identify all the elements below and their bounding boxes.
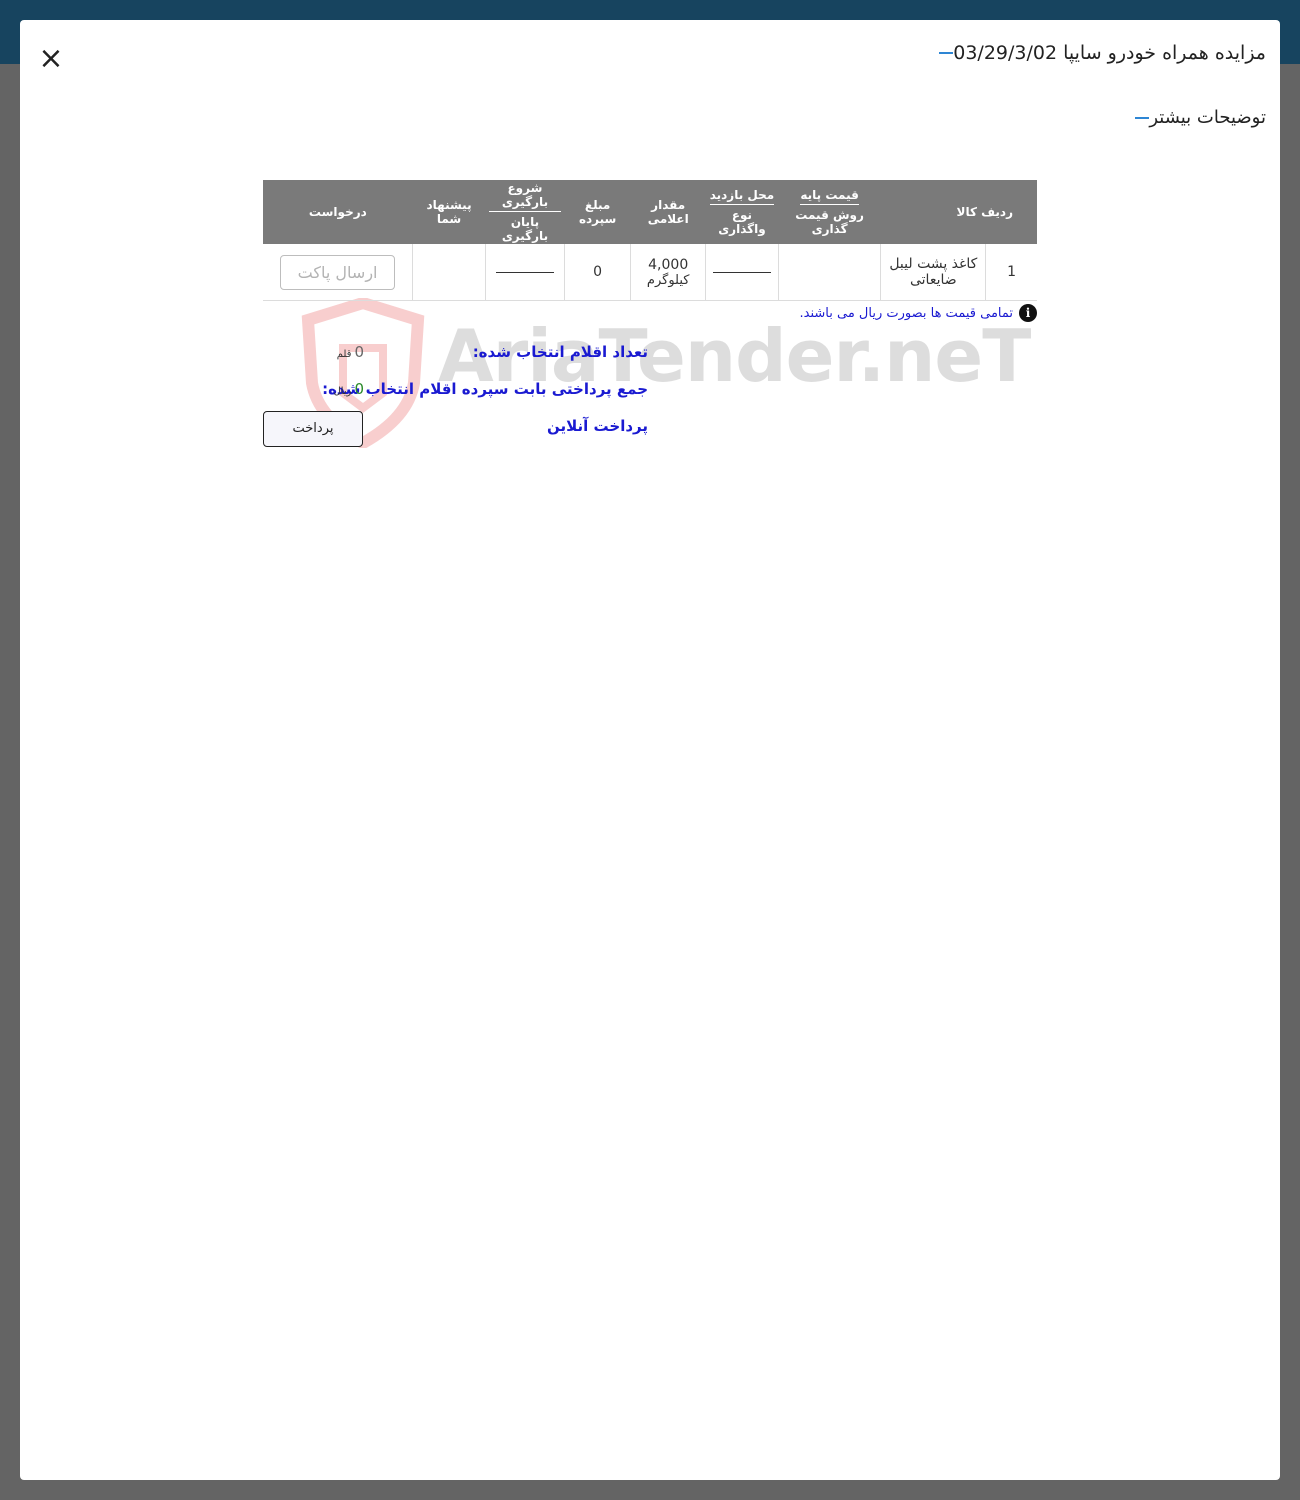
header-assignment-type-label: نوع واگذاری (718, 208, 766, 236)
header-row-item: ردیف کالا (880, 180, 1037, 244)
header-visit-location-label: محل بازدید (709, 188, 775, 205)
auction-modal: × مزایده همراه خودرو سایپا 03/29/3/02 تو… (20, 20, 1280, 1480)
modal-title: مزایده همراه خودرو سایپا 03/29/3/02 (927, 42, 1266, 64)
header-pricing-method-label: روش قیمت گذاری (795, 208, 864, 236)
price-note-text: تمامی قیمت ها بصورت ریال می باشند. (799, 305, 1014, 321)
row-loading (484, 244, 565, 301)
row-description: کاغذ پشت لیبل ضایعاتی (880, 244, 986, 301)
row-quantity-value: 4,000 (648, 256, 689, 273)
table-header-row: ردیف کالا قیمت پایه روش قیمت گذاری محل ب… (263, 180, 1037, 244)
header-base-price: قیمت پایه روش قیمت گذاری (778, 180, 881, 244)
header-base-price-label: قیمت پایه (800, 188, 859, 205)
header-visit-location: محل بازدید نوع واگذاری (705, 180, 779, 244)
deposit-total-unit: ریال (333, 386, 352, 397)
header-loading-end-label: پایان بارگیری (501, 215, 549, 243)
header-loading-start-label: شروع بارگیری (489, 181, 561, 212)
modal-title-text: مزایده همراه خودرو سایپا 03/29/3/02 (953, 42, 1266, 64)
deposit-total-value: 0 (354, 380, 364, 398)
submit-packet-button[interactable]: ارسال پاکت (280, 254, 396, 290)
close-icon[interactable]: × (38, 44, 64, 74)
header-request: درخواست (263, 180, 413, 244)
row-your-offer (412, 244, 486, 301)
empty-value-dash (495, 271, 554, 273)
more-description-toggle[interactable]: توضیحات بیشتر (1123, 107, 1266, 128)
deposit-total-label: جمع پرداختی بابت سپرده اقلام انتخاب شده: (322, 380, 648, 398)
selected-count-unit: قلم (336, 349, 352, 360)
deposit-total: 0ریال (334, 380, 364, 398)
table-row: 1 کاغذ پشت لیبل ضایعاتی 4,000 کیلوگرم 0 … (263, 244, 1037, 301)
pay-button[interactable]: پرداخت (263, 411, 363, 447)
row-base-price (777, 244, 881, 301)
more-description-label: توضیحات بیشتر (1149, 107, 1266, 128)
selected-count: 0قلم (337, 343, 364, 361)
row-deposit: 0 (563, 244, 631, 301)
row-request: ارسال پاکت (263, 244, 413, 301)
row-quantity-unit: کیلوگرم (646, 272, 690, 288)
title-dash-icon (939, 52, 954, 54)
header-loading: شروع بارگیری پایان بارگیری (485, 180, 565, 244)
empty-value-dash (712, 271, 771, 273)
row-index: 1 (985, 244, 1037, 301)
row-quantity: 4,000 کیلوگرم (630, 244, 706, 301)
row-visit-location (705, 244, 779, 301)
info-icon: i (1019, 304, 1037, 322)
selected-count-value: 0 (354, 343, 364, 361)
online-payment-label: پرداخت آنلاین (546, 417, 648, 435)
header-deposit-amount: مبلغ سپرده (564, 180, 631, 244)
header-your-offer: پیشنهاد شما (412, 180, 486, 244)
collapse-dash-icon (1135, 116, 1150, 119)
selected-count-label: تعداد اقلام انتخاب شده: (472, 343, 648, 361)
price-note: i تمامی قیمت ها بصورت ریال می باشند. (799, 304, 1037, 322)
header-announced-quantity: مقدار اعلامی (630, 180, 706, 244)
items-table: ردیف کالا قیمت پایه روش قیمت گذاری محل ب… (263, 180, 1037, 301)
